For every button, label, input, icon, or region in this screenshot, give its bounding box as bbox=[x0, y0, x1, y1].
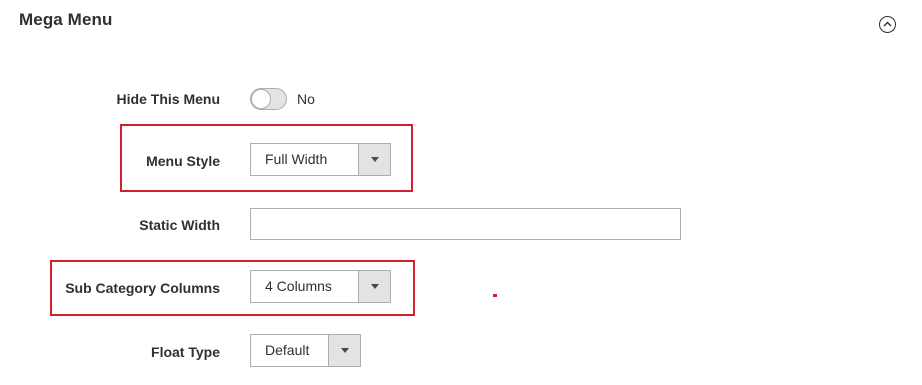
float-type-dropdown-button[interactable] bbox=[328, 335, 360, 366]
float-type-select[interactable]: Default bbox=[250, 334, 361, 367]
sub-category-columns-label: Sub Category Columns bbox=[65, 280, 220, 296]
menu-style-label: Menu Style bbox=[146, 153, 220, 169]
menu-style-value: Full Width bbox=[265, 151, 328, 167]
caret-down-icon bbox=[341, 348, 349, 353]
hide-menu-toggle[interactable] bbox=[250, 88, 287, 110]
sub-category-columns-dropdown-button[interactable] bbox=[358, 271, 390, 302]
annotation-dot bbox=[493, 294, 497, 297]
hide-menu-value: No bbox=[297, 91, 315, 107]
float-type-value: Default bbox=[265, 342, 310, 358]
float-type-label: Float Type bbox=[151, 344, 220, 360]
menu-style-dropdown-button[interactable] bbox=[358, 144, 390, 175]
section-title: Mega Menu bbox=[19, 10, 113, 29]
menu-style-select[interactable]: Full Width bbox=[250, 143, 391, 176]
static-width-input[interactable] bbox=[250, 208, 681, 240]
sub-category-columns-value: 4 Columns bbox=[265, 278, 332, 294]
chevron-up-icon bbox=[883, 21, 892, 27]
caret-down-icon bbox=[371, 157, 379, 162]
toggle-knob bbox=[251, 89, 271, 109]
hide-menu-label: Hide This Menu bbox=[116, 91, 220, 107]
sub-category-columns-select[interactable]: 4 Columns bbox=[250, 270, 391, 303]
caret-down-icon bbox=[371, 284, 379, 289]
collapse-section-button[interactable] bbox=[879, 16, 896, 33]
static-width-label: Static Width bbox=[139, 217, 220, 233]
